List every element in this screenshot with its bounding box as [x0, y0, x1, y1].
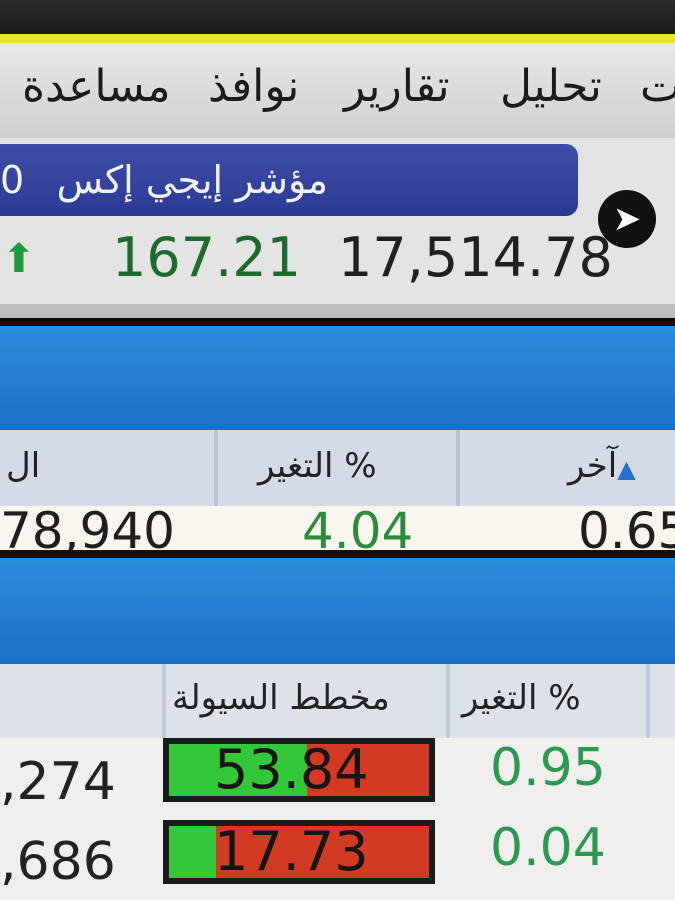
index-name: مؤشر إيجي إكس [56, 158, 328, 202]
menu-analysis[interactable]: تحليل [500, 61, 602, 112]
index-selector[interactable]: 0 مؤشر إيجي إكس [0, 144, 578, 216]
separator [0, 318, 675, 326]
cell-left: ,274 [0, 752, 116, 812]
index-panel: 0 مؤشر إيجي إكس ➤ ⬆ 167.21 17,514.78 [0, 138, 675, 304]
table2-body: ,274 53.84 0.95 ,686 17.73 0.04 [0, 738, 675, 900]
up-arrow-icon: ⬆ [2, 236, 36, 282]
liquidity-value: 53.84 [214, 744, 369, 796]
section-header-band [0, 326, 675, 430]
sort-asc-icon: ▲ [617, 455, 636, 483]
index-name-fragment: 0 [0, 158, 25, 202]
liquidity-bar: 53.84 [163, 738, 435, 802]
header-left[interactable]: ال [6, 446, 40, 486]
window-top-edge [0, 0, 675, 36]
menu-reports[interactable]: تقارير [344, 61, 450, 112]
index-change: 167.21 [112, 226, 301, 289]
menu-help[interactable]: مساعدة [22, 61, 171, 112]
liquidity-value: 17.73 [214, 826, 369, 878]
menu-windows[interactable]: نوافذ [208, 61, 299, 112]
index-value: 17,514.78 [338, 226, 613, 289]
header-liquidity-chart[interactable]: مخطط السيولة [172, 678, 390, 718]
header-change-pct[interactable]: التغير % [258, 446, 377, 486]
menu-bar: مساعدة نوافذ تقارير تحليل ت [0, 43, 675, 138]
header-last[interactable]: آخر▲ [568, 446, 636, 486]
cell-change-pct: 0.95 [490, 738, 606, 798]
cell-change-pct: 0.04 [490, 818, 606, 878]
liquidity-inflow-fill [169, 826, 216, 878]
table-row[interactable]: 78,940 4.04 0.65 [0, 502, 675, 560]
liquidity-bar: 17.73 [163, 820, 435, 884]
table1-header: ال التغير % آخر▲ [0, 430, 675, 506]
menu-partial[interactable]: ت [640, 61, 675, 112]
header-change-pct[interactable]: التغير % [462, 678, 581, 718]
table2-header: مخطط السيولة التغير % [0, 664, 675, 738]
section-header-band [0, 558, 675, 664]
title-accent-line [0, 34, 675, 43]
separator [0, 550, 675, 558]
cell-left: ,686 [0, 832, 116, 892]
separator [0, 304, 675, 318]
